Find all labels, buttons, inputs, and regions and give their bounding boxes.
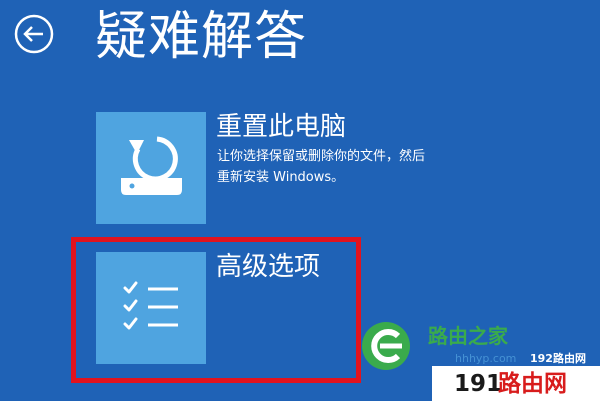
page-title: 疑难解答 [95, 7, 308, 67]
reset-pc-icon [121, 136, 182, 195]
watermark-logo-icon [362, 322, 410, 370]
reset-pc-option[interactable]: 重置此电脑 让你选择保留或删除你的文件，然后 重新安装 Windows。 [96, 112, 516, 224]
watermark-brand-chars: 路由网 [498, 371, 567, 397]
back-button[interactable] [14, 14, 54, 54]
watermark-number: 191 [454, 371, 503, 397]
reset-pc-description-line: 让你选择保留或删除你的文件，然后 [217, 149, 426, 164]
advanced-options-title: 高级选项 [216, 252, 321, 282]
back-arrow-icon [14, 14, 54, 54]
advanced-options-tile [96, 252, 206, 364]
watermark-site-name: 路由之家 [428, 324, 508, 348]
reset-pc-description: 让你选择保留或删除你的文件，然后 重新安装 Windows。 [217, 146, 477, 188]
checklist-icon [123, 281, 178, 330]
reset-pc-tile [96, 112, 206, 224]
reset-pc-description-line: 重新安装 Windows。 [217, 170, 345, 185]
watermark-small-brand: 192路由网 [530, 352, 586, 365]
reset-pc-title: 重置此电脑 [216, 112, 347, 142]
watermark-url: hhhyp.com [455, 352, 517, 365]
watermark-banner: 191 路由网 [432, 366, 600, 401]
troubleshoot-screen: 疑难解答 重置此电脑 让你选择保留或删除你的文件，然后 重新安装 Windows… [0, 0, 600, 401]
